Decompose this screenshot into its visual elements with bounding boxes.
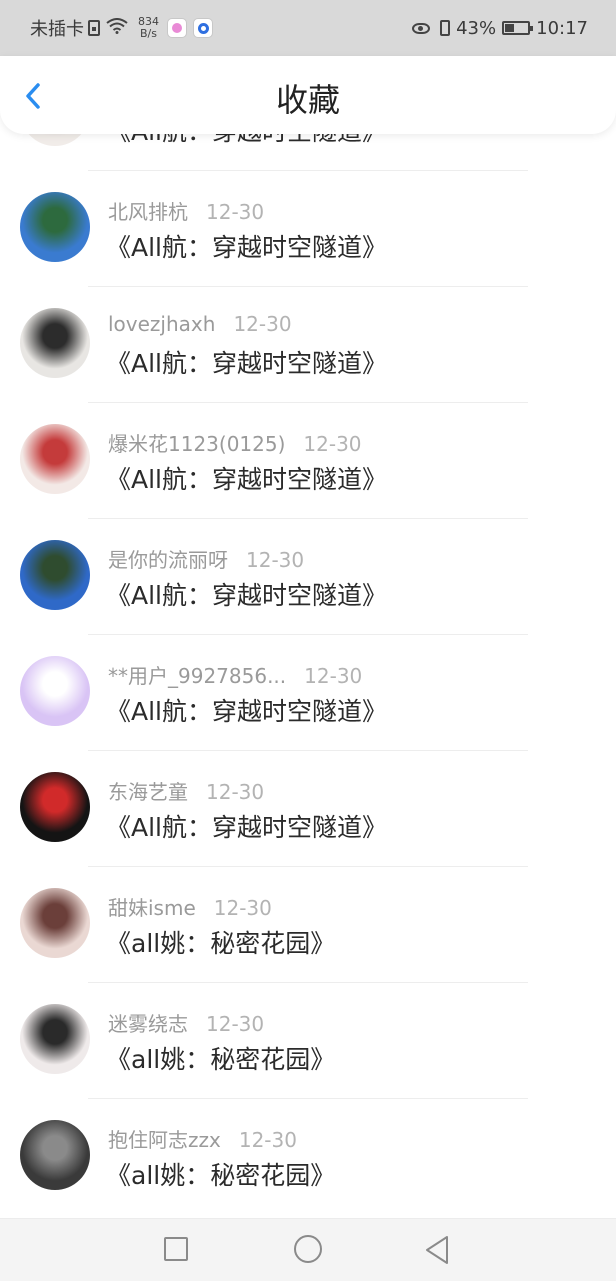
- list-item[interactable]: 爆米花1123(0125) 12-30 《All航：穿越时空隧道》: [0, 402, 616, 518]
- avatar[interactable]: [20, 192, 90, 262]
- work-title[interactable]: 《all姚：秘密花园》: [106, 1156, 335, 1192]
- clock: 10:17: [536, 17, 588, 39]
- list-item[interactable]: lovezjhaxh 12-30 《All航：穿越时空隧道》: [0, 286, 616, 402]
- username: 是你的流丽呀: [108, 548, 228, 572]
- eye-icon: [412, 22, 431, 34]
- divider: [88, 286, 528, 287]
- avatar[interactable]: [20, 1004, 90, 1074]
- item-meta: 爆米花1123(0125) 12-30: [108, 428, 362, 457]
- post-date: 12-30: [246, 548, 305, 572]
- app-header: 收藏: [0, 56, 616, 134]
- avatar[interactable]: [20, 540, 90, 610]
- post-date: 12-30: [213, 896, 272, 920]
- divider: [88, 1098, 528, 1099]
- post-date: 12-30: [303, 432, 362, 456]
- sim-icon: [88, 20, 100, 36]
- post-date: 12-30: [238, 1128, 297, 1152]
- item-meta: lovezjhaxh 12-30: [108, 312, 292, 336]
- list-item[interactable]: 甜妹isme 12-30 《all姚：秘密花园》: [0, 866, 616, 982]
- net-speed-unit: B/s: [140, 27, 157, 40]
- avatar[interactable]: [20, 656, 90, 726]
- item-meta: 东海艺童 12-30: [108, 776, 264, 805]
- divider: [88, 170, 528, 171]
- recent-apps-icon[interactable]: [164, 1237, 188, 1261]
- work-title[interactable]: 《All航：穿越时空隧道》: [106, 692, 387, 728]
- list-item[interactable]: 是你的流丽呀 12-30 《All航：穿越时空隧道》: [0, 518, 616, 634]
- username: lovezjhaxh: [108, 312, 216, 336]
- list-item[interactable]: 抱住阿志zzx 12-30 《all姚：秘密花园》: [0, 1098, 616, 1214]
- username: 抱住阿志zzx: [108, 1128, 221, 1152]
- status-bar: 未插卡 834 B/s 43% 10:17: [0, 0, 616, 56]
- status-right: 43% 10:17: [412, 14, 588, 42]
- battery-icon: [502, 21, 534, 35]
- divider: [88, 866, 528, 867]
- item-meta: 甜妹isme 12-30: [108, 892, 272, 921]
- list-item[interactable]: 迷雾绕志 12-30 《all姚：秘密花园》: [0, 982, 616, 1098]
- list-item[interactable]: **用户_9927856... 12-30 《All航：穿越时空隧道》: [0, 634, 616, 750]
- battery-fill: [505, 24, 515, 32]
- post-date: 12-30: [206, 780, 265, 804]
- favorites-list: 《All航：穿越时空隧道》北风排杭12-30《All航：穿越时空隧道》lovez…: [0, 54, 616, 1214]
- wifi-icon: [106, 17, 128, 39]
- work-title[interactable]: 《All航：穿越时空隧道》: [106, 808, 387, 844]
- username: 迷雾绕志: [108, 1012, 188, 1036]
- post-date: 12-30: [206, 1012, 265, 1036]
- vibrate-icon: [440, 20, 451, 36]
- page-title: 收藏: [275, 81, 340, 119]
- avatar[interactable]: [20, 888, 90, 958]
- net-speed: 834 B/s: [138, 16, 159, 40]
- work-title[interactable]: 《All航：穿越时空隧道》: [106, 460, 387, 496]
- work-title[interactable]: 《All航：穿越时空隧道》: [106, 576, 387, 612]
- divider: [88, 750, 528, 751]
- username: 东海艺童: [108, 780, 188, 804]
- list-item[interactable]: 东海艺童 12-30 《All航：穿越时空隧道》: [0, 750, 616, 866]
- work-title[interactable]: 《all姚：秘密花园》: [106, 1040, 335, 1076]
- app-badge-pink-icon: [167, 18, 187, 38]
- username: 北风排杭: [108, 200, 188, 224]
- battery-percent: 43%: [456, 17, 497, 39]
- avatar[interactable]: [20, 424, 90, 494]
- item-meta: 抱住阿志zzx 12-30: [108, 1124, 297, 1153]
- item-meta: 迷雾绕志 12-30: [108, 1008, 264, 1037]
- username: **用户_9927856...: [108, 664, 287, 688]
- status-left: 未插卡 834 B/s: [30, 14, 219, 42]
- avatar[interactable]: [20, 1120, 90, 1190]
- divider: [88, 982, 528, 983]
- back-triangle-icon[interactable]: [424, 1235, 450, 1269]
- app-badge-blue-icon: [193, 18, 213, 38]
- divider: [88, 402, 528, 403]
- divider: [88, 634, 528, 635]
- system-nav-bar: [0, 1218, 616, 1281]
- avatar[interactable]: [20, 772, 90, 842]
- username: 甜妹isme: [108, 896, 196, 920]
- post-date: 12-30: [233, 312, 292, 336]
- home-icon[interactable]: [294, 1235, 322, 1263]
- work-title[interactable]: 《All航：穿越时空隧道》: [106, 344, 387, 380]
- carrier-label: 未插卡: [30, 19, 84, 40]
- post-date: 12-30: [304, 664, 363, 688]
- username: 爆米花1123(0125): [108, 432, 286, 456]
- divider: [88, 518, 528, 519]
- item-meta: **用户_9927856... 12-30: [108, 660, 362, 689]
- item-meta: 是你的流丽呀 12-30: [108, 544, 304, 573]
- work-title[interactable]: 《all姚：秘密花园》: [106, 924, 335, 960]
- item-meta: 北风排杭 12-30: [108, 196, 264, 225]
- list-item[interactable]: 北风排杭 12-30 《All航：穿越时空隧道》: [0, 170, 616, 286]
- work-title[interactable]: 《All航：穿越时空隧道》: [106, 228, 387, 264]
- post-date: 12-30: [206, 200, 265, 224]
- avatar[interactable]: [20, 308, 90, 378]
